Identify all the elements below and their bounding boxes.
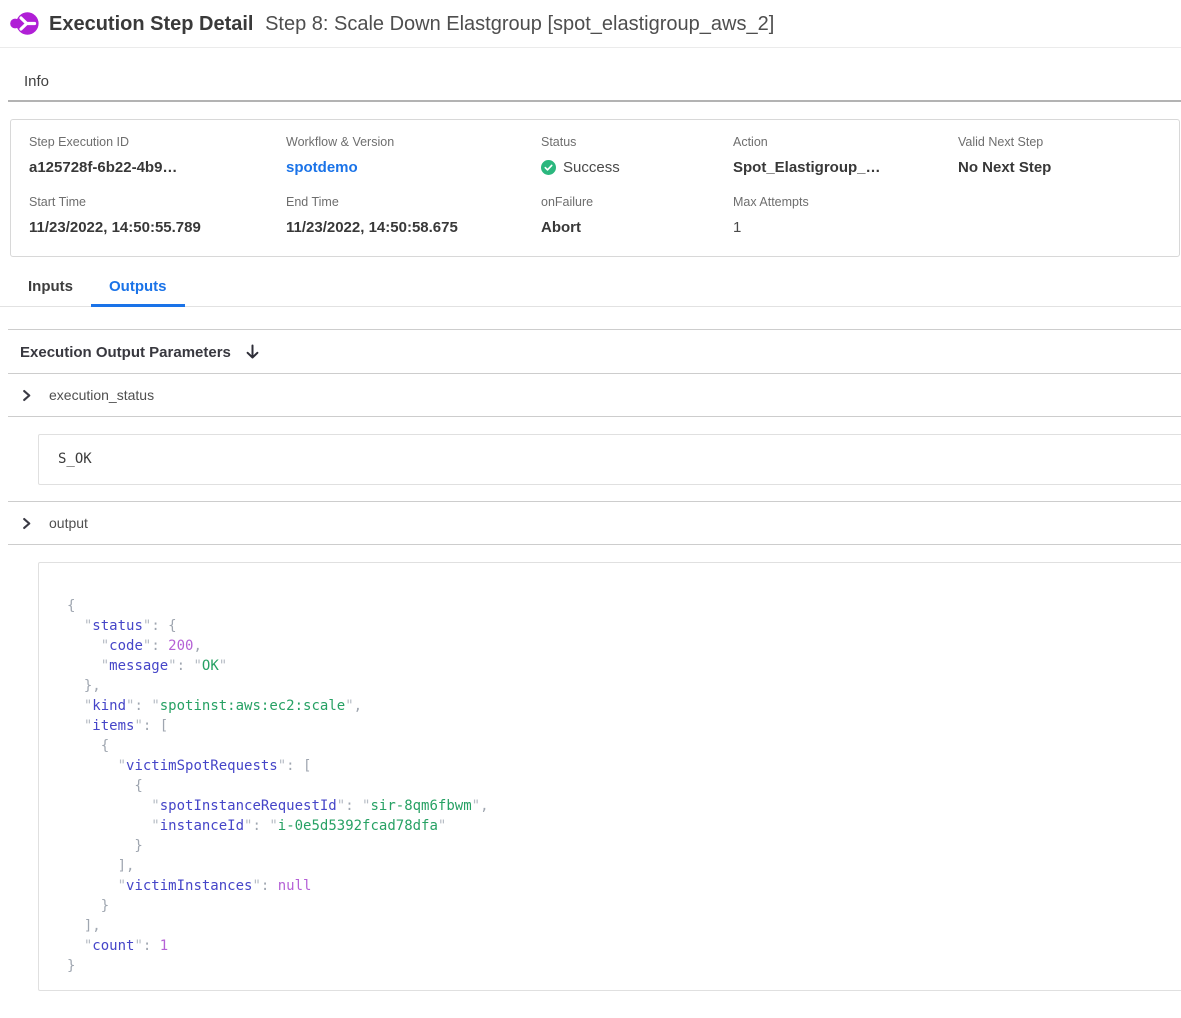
field-start-time: Start Time 11/23/2022, 14:50:55.789 — [29, 194, 286, 238]
field-label: End Time — [286, 194, 541, 211]
info-divider — [8, 100, 1181, 102]
field-step-execution-id: Step Execution ID a125728f-6b22-4b9… — [29, 134, 286, 178]
field-onfailure: onFailure Abort — [541, 194, 733, 238]
info-heading: Info — [24, 72, 1181, 91]
output-json-value: { "status": { "code": 200, "message": "O… — [67, 596, 1181, 976]
field-value: 1 — [733, 217, 958, 238]
chevron-right-icon — [20, 389, 33, 402]
param-row-output[interactable]: output — [0, 502, 1181, 544]
field-label: Action — [733, 134, 958, 151]
field-value: Spot_Elastigroup_… — [733, 157, 958, 178]
param-name: output — [49, 515, 88, 531]
tabs-divider — [8, 329, 1181, 330]
workflow-link[interactable]: spotdemo — [286, 157, 541, 178]
resolve-logo-icon — [10, 9, 39, 38]
tab-inputs[interactable]: Inputs — [10, 270, 91, 307]
page-title-main: Execution Step Detail — [49, 13, 254, 35]
field-valid-next-step: Valid Next Step No Next Step — [958, 134, 1179, 178]
field-action: Action Spot_Elastigroup_… — [733, 134, 958, 178]
execution-status-value: S_OK — [58, 451, 92, 467]
output-json-box: { "status": { "code": 200, "message": "O… — [38, 562, 1181, 991]
param-name: execution_status — [49, 387, 154, 403]
output-parameters-title: Execution Output Parameters — [20, 344, 231, 361]
execution-status-value-box: S_OK — [38, 434, 1181, 485]
field-value: 11/23/2022, 14:50:58.675 — [286, 217, 541, 238]
output-parameters-header: Execution Output Parameters — [20, 344, 1181, 361]
field-status: Status Success — [541, 134, 733, 178]
field-value: a125728f-6b22-4b9… — [29, 157, 286, 178]
info-card: Step Execution ID a125728f-6b22-4b9… Wor… — [10, 119, 1180, 257]
field-max-attempts: Max Attempts 1 — [733, 194, 958, 238]
field-end-time: End Time 11/23/2022, 14:50:58.675 — [286, 194, 541, 238]
status-badge: Success — [563, 157, 620, 178]
field-label: Max Attempts — [733, 194, 958, 211]
field-workflow-version: Workflow & Version spotdemo — [286, 134, 541, 178]
section-divider — [8, 544, 1181, 545]
field-value: No Next Step — [958, 157, 1179, 178]
page-title-step: Step 8: Scale Down Elastgroup [spot_elas… — [265, 13, 774, 35]
param-row-execution-status[interactable]: execution_status — [0, 374, 1181, 416]
top-bar: Execution Step Detail Step 8: Scale Down… — [0, 0, 1181, 48]
field-value: 11/23/2022, 14:50:55.789 — [29, 217, 286, 238]
field-label: Status — [541, 134, 733, 151]
field-label: Step Execution ID — [29, 134, 286, 151]
field-label: Start Time — [29, 194, 286, 211]
success-check-icon — [541, 160, 556, 175]
chevron-right-icon — [20, 517, 33, 530]
field-label: Workflow & Version — [286, 134, 541, 151]
section-divider — [8, 416, 1181, 417]
field-label: Valid Next Step — [958, 134, 1179, 151]
field-label: onFailure — [541, 194, 733, 211]
download-arrow-icon[interactable] — [245, 344, 260, 361]
field-value: Abort — [541, 217, 733, 238]
io-tabbar: Inputs Outputs — [0, 270, 1181, 307]
tab-outputs[interactable]: Outputs — [91, 270, 185, 307]
page-title: Execution Step Detail Step 8: Scale Down… — [49, 11, 774, 37]
